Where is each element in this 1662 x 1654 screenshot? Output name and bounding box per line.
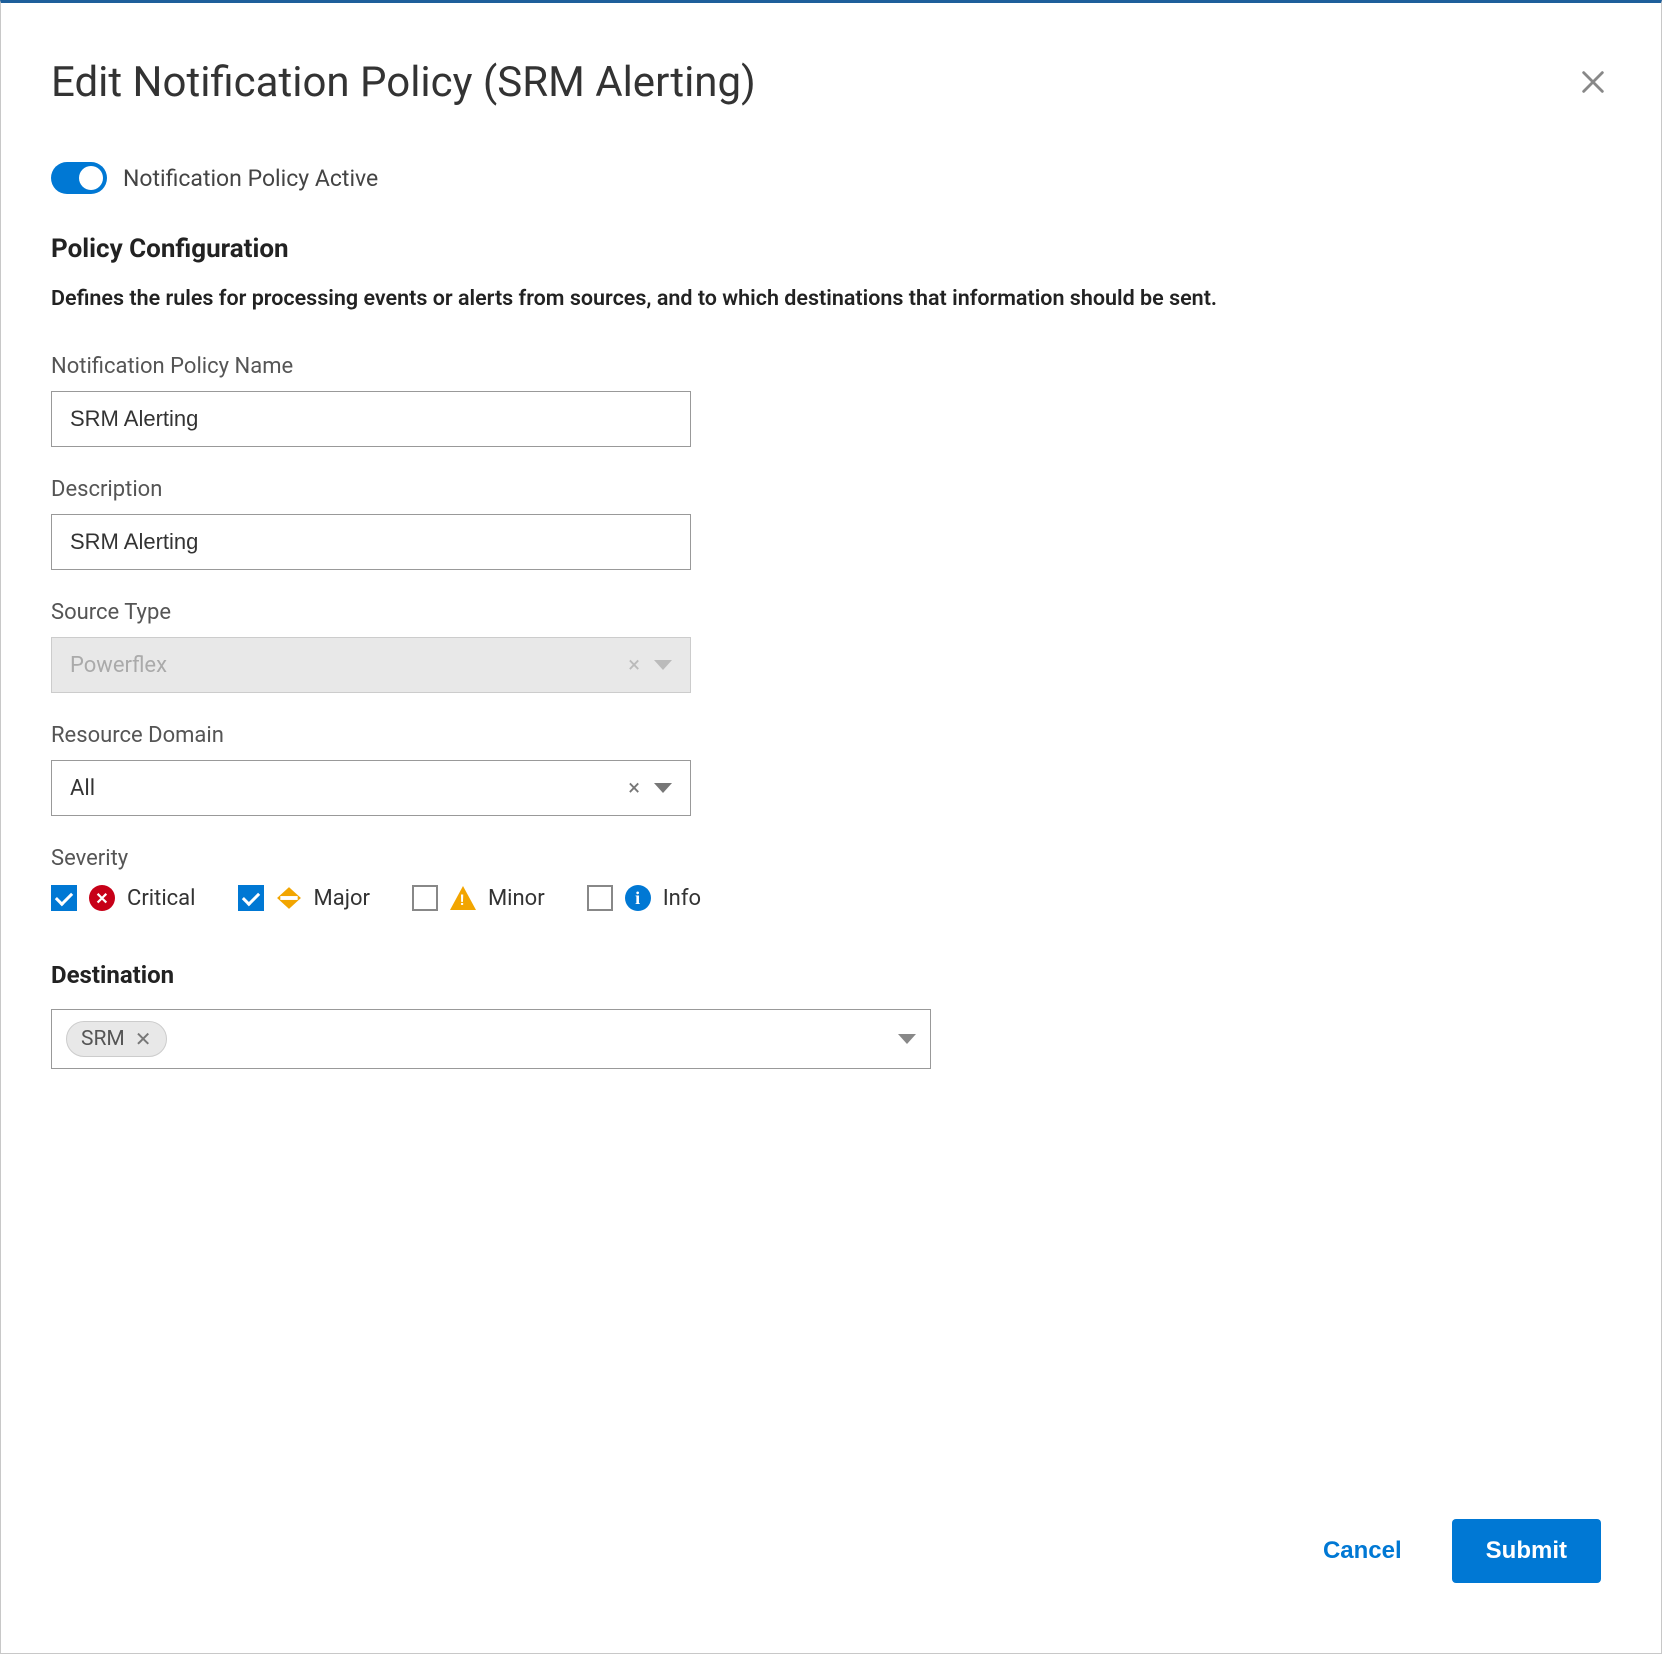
severity-critical-label: Critical <box>127 886 196 911</box>
severity-minor-label: Minor <box>488 886 545 911</box>
severity-critical: Critical <box>51 885 196 911</box>
source-type-label: Source Type <box>51 600 1611 625</box>
modal-header: Edit Notification Policy (SRM Alerting) <box>51 58 1611 107</box>
info-icon <box>625 885 651 911</box>
policy-active-label: Notification Policy Active <box>123 165 378 192</box>
major-icon <box>276 885 302 911</box>
destination-chip-remove-icon[interactable]: ✕ <box>135 1027 152 1051</box>
severity-label: Severity <box>51 846 1611 871</box>
severity-info-label: Info <box>663 886 701 911</box>
source-type-field: Source Type Powerflex × <box>51 600 1611 693</box>
severity-major: Major <box>238 885 370 911</box>
close-button[interactable] <box>1575 64 1611 100</box>
destination-title: Destination <box>51 961 1611 989</box>
source-type-controls: × <box>628 653 672 678</box>
resource-domain-clear-icon[interactable]: × <box>628 776 640 801</box>
policy-name-field: Notification Policy Name <box>51 354 1611 447</box>
chevron-down-icon[interactable] <box>898 1034 916 1044</box>
destination-chip-label: SRM <box>81 1027 125 1051</box>
edit-notification-policy-modal: Edit Notification Policy (SRM Alerting) … <box>1 3 1661 1653</box>
severity-minor: Minor <box>412 885 545 911</box>
policy-config-title: Policy Configuration <box>51 234 1611 264</box>
policy-name-label: Notification Policy Name <box>51 354 1611 379</box>
severity-major-checkbox[interactable] <box>238 885 264 911</box>
minor-icon <box>450 886 476 910</box>
modal-footer: Cancel Submit <box>51 1499 1611 1613</box>
policy-active-toggle[interactable] <box>51 162 107 194</box>
resource-domain-label: Resource Domain <box>51 723 1611 748</box>
close-icon <box>1579 68 1607 96</box>
policy-config-desc: Defines the rules for processing events … <box>51 284 1611 314</box>
source-type-value: Powerflex <box>70 653 167 678</box>
severity-critical-checkbox[interactable] <box>51 885 77 911</box>
source-type-clear-icon: × <box>628 653 640 678</box>
severity-field: Severity Critical Major M <box>51 846 1611 911</box>
cancel-button[interactable]: Cancel <box>1303 1521 1422 1581</box>
description-field: Description <box>51 477 1611 570</box>
resource-domain-controls: × <box>628 776 672 801</box>
destination-chip-srm: SRM ✕ <box>66 1021 167 1057</box>
submit-button[interactable]: Submit <box>1452 1519 1601 1583</box>
policy-name-input[interactable] <box>51 391 691 447</box>
severity-info-checkbox[interactable] <box>587 885 613 911</box>
severity-info: Info <box>587 885 701 911</box>
destination-select[interactable]: SRM ✕ <box>51 1009 931 1069</box>
description-input[interactable] <box>51 514 691 570</box>
modal-content: Notification Policy Active Policy Config… <box>51 107 1611 1499</box>
chevron-down-icon[interactable] <box>654 783 672 793</box>
critical-icon <box>89 885 115 911</box>
resource-domain-select[interactable]: All × <box>51 760 691 816</box>
resource-domain-value: All <box>70 776 95 801</box>
source-type-select: Powerflex × <box>51 637 691 693</box>
severity-minor-checkbox[interactable] <box>412 885 438 911</box>
severity-major-label: Major <box>314 886 370 911</box>
policy-active-row: Notification Policy Active <box>51 162 1611 194</box>
severity-row: Critical Major Minor In <box>51 885 1611 911</box>
description-label: Description <box>51 477 1611 502</box>
modal-title: Edit Notification Policy (SRM Alerting) <box>51 58 756 107</box>
chevron-down-icon <box>654 660 672 670</box>
resource-domain-field: Resource Domain All × <box>51 723 1611 816</box>
